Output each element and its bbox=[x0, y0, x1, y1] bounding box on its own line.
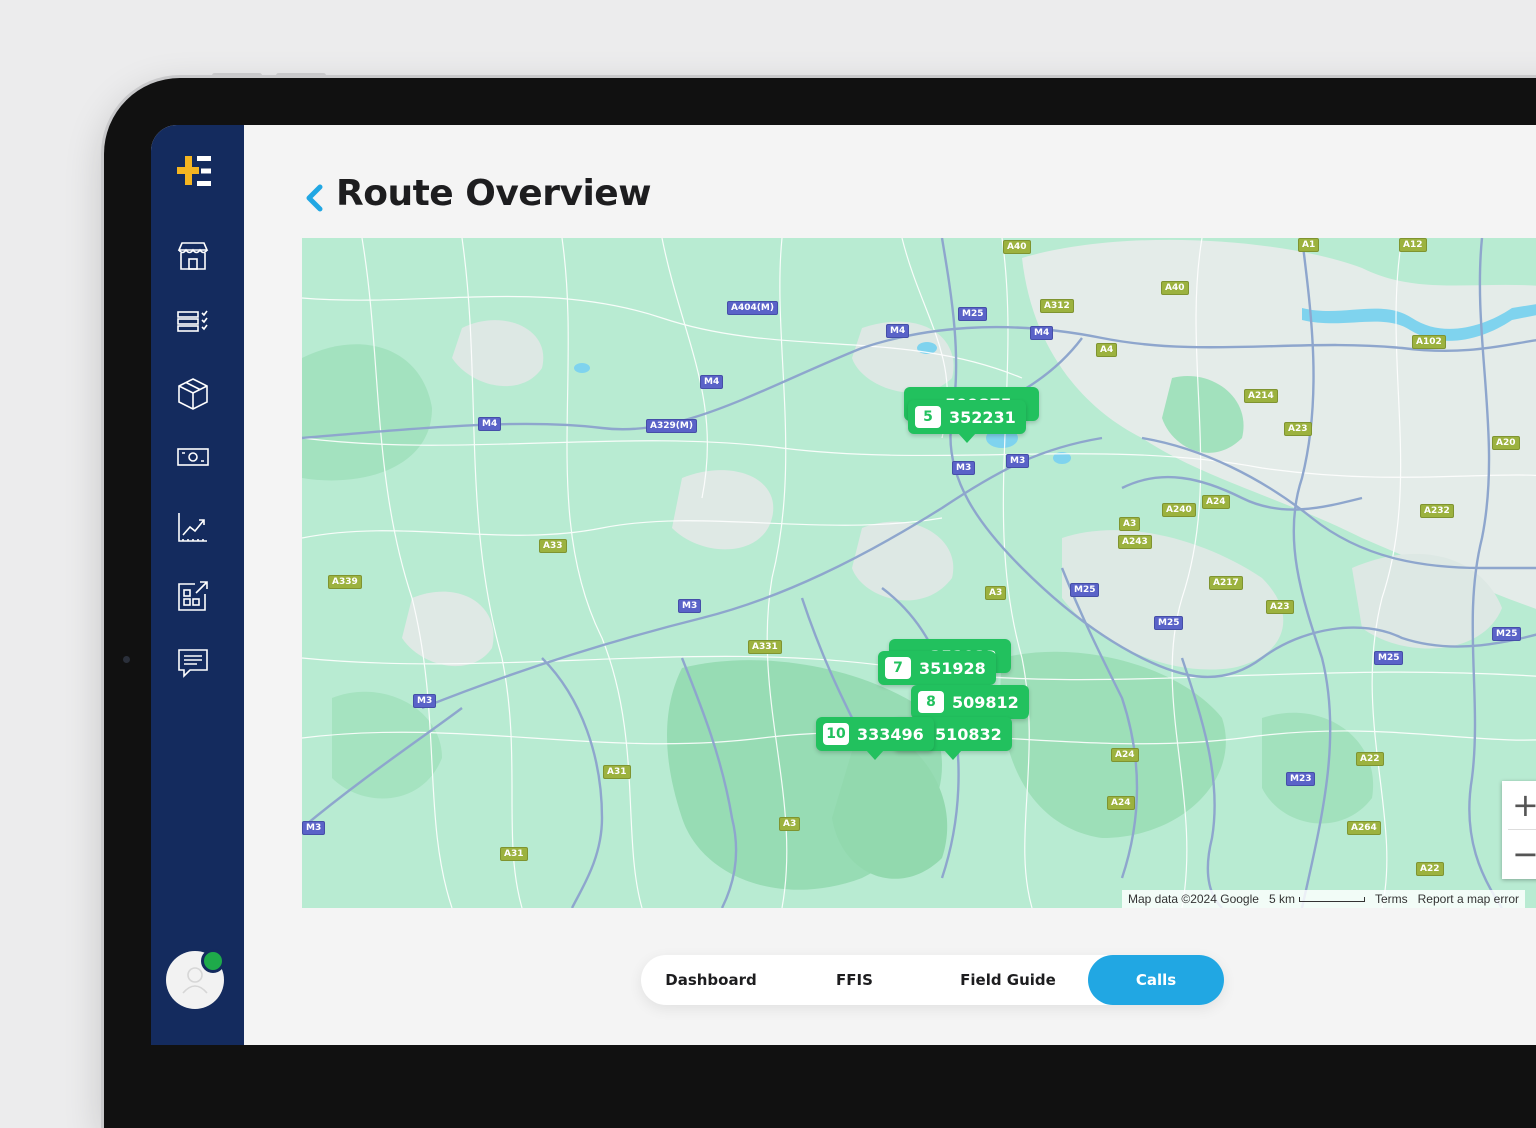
marker-code: 509812 bbox=[952, 692, 1019, 712]
tab-field-guide[interactable]: Field Guide bbox=[928, 955, 1088, 1005]
app-logo[interactable] bbox=[177, 154, 213, 188]
road-label: A217 bbox=[1209, 576, 1243, 590]
map-tiles bbox=[302, 238, 1536, 908]
road-label: M25 bbox=[1154, 616, 1184, 630]
map-data-credit: Map data ©2024 Google bbox=[1128, 892, 1259, 906]
road-label: M25 bbox=[1070, 583, 1100, 597]
road-label: M25 bbox=[958, 307, 988, 321]
road-label: M3 bbox=[1006, 454, 1030, 468]
route-marker[interactable]: 5 352231 bbox=[908, 400, 1026, 443]
road-label: A40 bbox=[1003, 240, 1031, 254]
store-icon[interactable] bbox=[175, 238, 211, 274]
marker-code: 333496 bbox=[857, 724, 924, 744]
sidebar bbox=[151, 125, 244, 1045]
marker-number: 5 bbox=[915, 406, 941, 428]
road-label: A102 bbox=[1412, 335, 1446, 349]
road-label: A23 bbox=[1284, 422, 1312, 436]
road-label: M3 bbox=[952, 461, 976, 475]
terms-link[interactable]: Terms bbox=[1375, 892, 1408, 906]
online-status-indicator bbox=[201, 949, 225, 973]
zoom-in-button[interactable]: + bbox=[1502, 781, 1536, 829]
package-icon[interactable] bbox=[175, 376, 211, 412]
map-attribution: Map data ©2024 Google 5 km Terms Report … bbox=[1122, 890, 1525, 908]
road-label: A22 bbox=[1356, 752, 1384, 766]
tab-ffis[interactable]: FFIS bbox=[781, 955, 928, 1005]
road-label: A404(M) bbox=[727, 301, 778, 315]
marker-code: 351928 bbox=[919, 658, 986, 678]
road-label: M3 bbox=[413, 694, 437, 708]
page-title: Route Overview bbox=[336, 173, 651, 214]
user-avatar[interactable] bbox=[166, 949, 225, 1009]
route-map[interactable]: A40 A1 A12 A404(M) M25 A312 A40 M4 M4 A4… bbox=[302, 238, 1536, 908]
zoom-out-button[interactable]: − bbox=[1502, 830, 1536, 878]
road-label: M4 bbox=[478, 417, 502, 431]
road-label: A24 bbox=[1107, 796, 1135, 810]
route-marker[interactable]: 7 351928 bbox=[878, 651, 996, 694]
road-label: M4 bbox=[700, 375, 724, 389]
road-label: A24 bbox=[1111, 748, 1139, 762]
marker-number: 8 bbox=[918, 691, 944, 713]
map-scale-bar bbox=[1298, 896, 1365, 902]
checklist-icon[interactable] bbox=[175, 304, 211, 340]
road-label: A3 bbox=[779, 817, 801, 831]
volume-button bbox=[276, 73, 326, 78]
road-label: A214 bbox=[1244, 389, 1278, 403]
map-scale-label: 5 km bbox=[1268, 892, 1295, 906]
zoom-controls: + − bbox=[1502, 781, 1536, 879]
road-label: A264 bbox=[1347, 821, 1381, 835]
road-label: A3 bbox=[985, 586, 1007, 600]
road-label: A31 bbox=[500, 847, 528, 861]
road-label: A312 bbox=[1040, 299, 1074, 313]
app-screen: Route Overview A40 A1 A12 A404(M) M25 A3… bbox=[151, 125, 1536, 1045]
bottom-tab-bar: Dashboard FFIS Field Guide Calls bbox=[641, 955, 1224, 1005]
cash-icon[interactable] bbox=[175, 439, 211, 475]
road-label: A23 bbox=[1266, 600, 1294, 614]
road-label: M3 bbox=[678, 599, 702, 613]
route-marker[interactable]: 8 509812 bbox=[911, 685, 1029, 728]
road-label: M23 bbox=[1286, 772, 1316, 786]
road-label: A243 bbox=[1118, 535, 1152, 549]
road-label: A339 bbox=[328, 575, 362, 589]
route-marker[interactable]: 10 333496 bbox=[816, 717, 934, 760]
volume-button bbox=[212, 73, 262, 78]
road-label: A24 bbox=[1202, 495, 1230, 509]
message-icon[interactable] bbox=[175, 645, 211, 681]
marker-number: 7 bbox=[885, 657, 911, 679]
road-label: A22 bbox=[1416, 862, 1444, 876]
road-label: A40 bbox=[1161, 281, 1189, 295]
chart-icon[interactable] bbox=[175, 509, 211, 545]
road-label: A12 bbox=[1399, 238, 1427, 252]
marker-code: 352231 bbox=[949, 407, 1016, 427]
road-label: A329(M) bbox=[646, 419, 697, 433]
back-chevron-icon[interactable] bbox=[303, 183, 325, 213]
camera bbox=[123, 656, 130, 663]
external-widget-icon[interactable] bbox=[175, 578, 211, 614]
road-label: M4 bbox=[1030, 326, 1054, 340]
road-label: A240 bbox=[1162, 503, 1196, 517]
road-label: A331 bbox=[748, 640, 782, 654]
tab-dashboard[interactable]: Dashboard bbox=[641, 955, 781, 1005]
road-label: A1 bbox=[1298, 238, 1320, 252]
road-label: A20 bbox=[1492, 436, 1520, 450]
marker-number: 10 bbox=[823, 723, 849, 745]
road-label: M4 bbox=[886, 324, 910, 338]
road-label: A4 bbox=[1096, 343, 1118, 357]
marker-code: 510832 bbox=[935, 724, 1002, 744]
road-label: M3 bbox=[302, 821, 326, 835]
road-label: M25 bbox=[1492, 627, 1522, 641]
road-label: A31 bbox=[603, 765, 631, 779]
report-map-error-link[interactable]: Report a map error bbox=[1418, 892, 1519, 906]
tab-calls[interactable]: Calls bbox=[1088, 955, 1224, 1005]
road-label: A3 bbox=[1119, 517, 1141, 531]
road-label: A232 bbox=[1420, 504, 1454, 518]
road-label: M25 bbox=[1374, 651, 1404, 665]
road-label: A33 bbox=[539, 539, 567, 553]
map-scale[interactable]: 5 km bbox=[1269, 892, 1365, 906]
